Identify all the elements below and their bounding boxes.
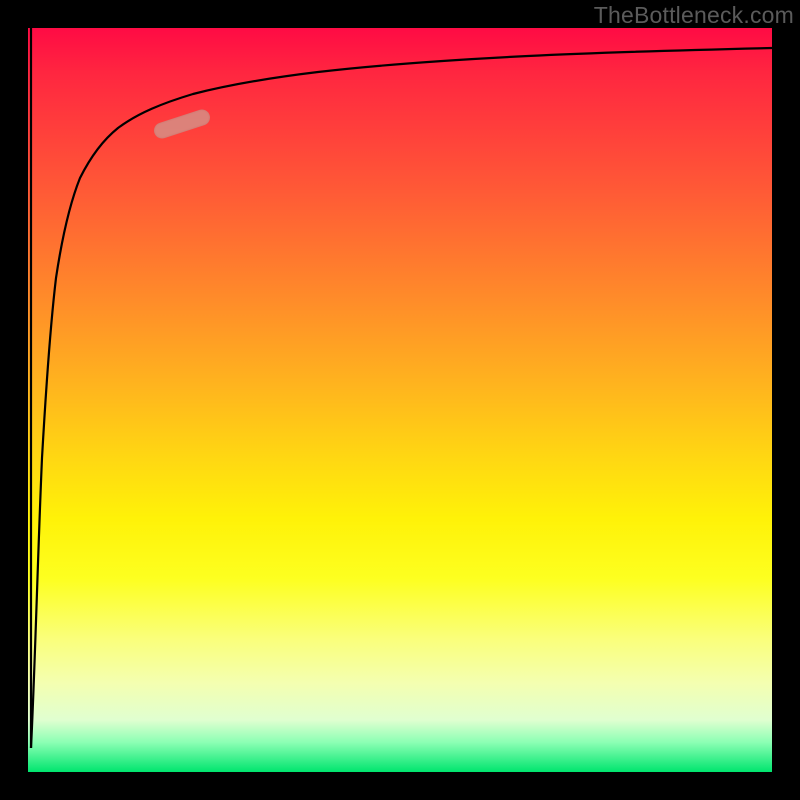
watermark-text: TheBottleneck.com	[594, 2, 794, 29]
plot-area	[28, 28, 772, 772]
chart-frame: TheBottleneck.com	[0, 0, 800, 800]
curve-layer	[28, 28, 772, 772]
curve-path	[31, 48, 772, 748]
